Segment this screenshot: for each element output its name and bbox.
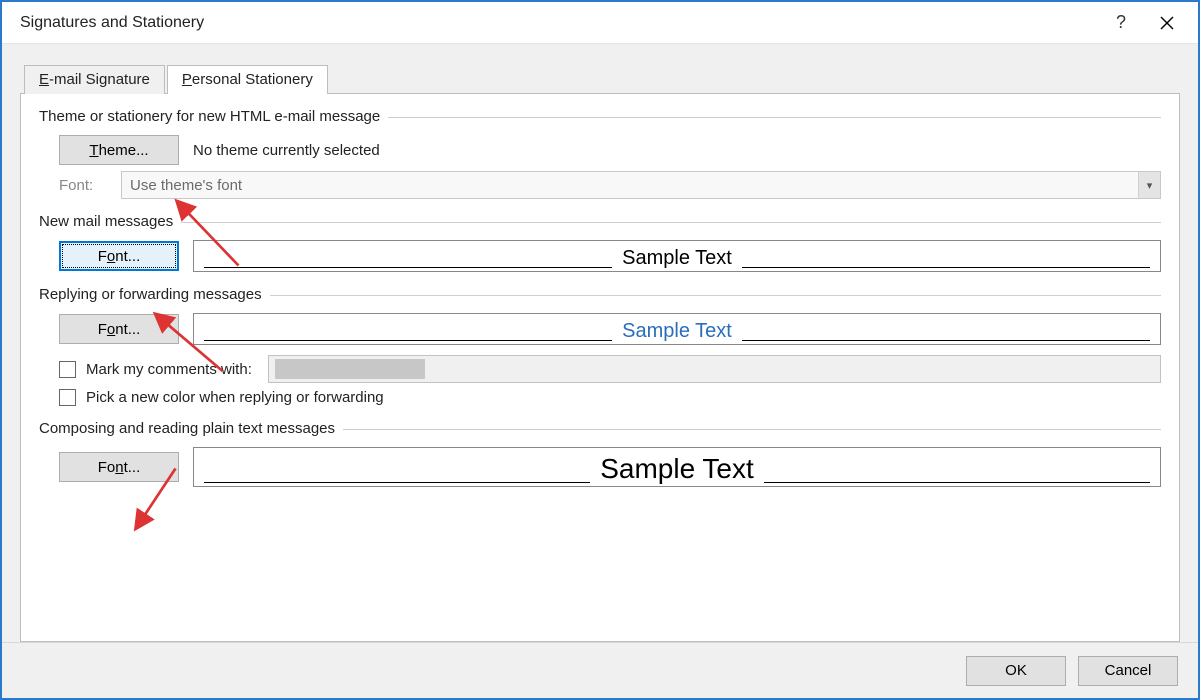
sample-rule: [204, 267, 612, 268]
plain-font-button[interactable]: Font...: [59, 452, 179, 482]
group-title-plain: Composing and reading plain text message…: [39, 420, 343, 437]
new-mail-font-button[interactable]: Font...: [59, 241, 179, 271]
group-reply: Replying or forwarding messages Font... …: [39, 286, 1161, 406]
tab-label: -mail Signature: [49, 71, 150, 88]
chevron-down-icon: ▾: [1138, 172, 1160, 198]
sample-rule: [204, 482, 590, 483]
theme-font-value: Use theme's font: [130, 177, 242, 194]
new-mail-sample-text: Sample Text: [622, 248, 732, 268]
sample-rule: [742, 340, 1150, 341]
dialog-window: Signatures and Stationery ? E-mail Signa…: [0, 0, 1200, 700]
pick-color-checkbox[interactable]: [59, 389, 76, 406]
close-button[interactable]: [1144, 2, 1190, 44]
tabstrip: E-mail Signature Personal Stationery: [24, 64, 1180, 93]
titlebar: Signatures and Stationery ?: [2, 2, 1198, 44]
group-divider: [388, 117, 1161, 118]
font-theme-label: Font:: [59, 177, 99, 194]
theme-status: No theme currently selected: [193, 142, 380, 159]
reply-sample-box: Sample Text: [193, 313, 1161, 345]
window-title: Signatures and Stationery: [20, 14, 1098, 32]
sample-rule: [742, 267, 1150, 268]
group-title-new-mail: New mail messages: [39, 213, 181, 230]
reply-sample-text: Sample Text: [622, 321, 732, 341]
cancel-button[interactable]: Cancel: [1078, 656, 1178, 686]
group-divider: [343, 429, 1161, 430]
tab-personal-stationery[interactable]: Personal Stationery: [167, 65, 328, 94]
mark-comments-label: Mark my comments with:: [86, 361, 252, 378]
tab-label: ersonal Stationery: [192, 71, 313, 88]
sample-rule: [764, 482, 1150, 483]
client-area: E-mail Signature Personal Stationery The…: [2, 44, 1198, 642]
mark-comments-row: Mark my comments with:: [59, 355, 1161, 383]
group-divider: [270, 295, 1161, 296]
mark-comments-input[interactable]: [268, 355, 1161, 383]
plain-sample-text: Sample Text: [600, 455, 754, 483]
plain-sample-box: Sample Text: [193, 447, 1161, 487]
close-icon: [1160, 16, 1174, 30]
ok-button[interactable]: OK: [966, 656, 1066, 686]
new-mail-sample-box: Sample Text: [193, 240, 1161, 272]
reply-font-button[interactable]: Font...: [59, 314, 179, 344]
pick-color-row: Pick a new color when replying or forwar…: [59, 389, 1161, 406]
group-plain: Composing and reading plain text message…: [39, 420, 1161, 487]
group-title-theme: Theme or stationery for new HTML e-mail …: [39, 108, 388, 125]
group-theme: Theme or stationery for new HTML e-mail …: [39, 108, 1161, 199]
group-new-mail: New mail messages Font... Sample Text: [39, 213, 1161, 272]
tab-email-signature[interactable]: E-mail Signature: [24, 65, 165, 94]
group-divider: [181, 222, 1161, 223]
theme-button[interactable]: Theme...: [59, 135, 179, 165]
sample-rule: [204, 340, 612, 341]
mark-comments-checkbox[interactable]: [59, 361, 76, 378]
theme-font-dropdown: Use theme's font ▾: [121, 171, 1161, 199]
help-button[interactable]: ?: [1098, 2, 1144, 44]
group-title-reply: Replying or forwarding messages: [39, 286, 270, 303]
mark-comments-value-redacted: [275, 359, 425, 379]
dialog-footer: OK Cancel: [2, 642, 1198, 698]
tab-panel: Theme or stationery for new HTML e-mail …: [20, 93, 1180, 642]
pick-color-label: Pick a new color when replying or forwar…: [86, 389, 384, 406]
